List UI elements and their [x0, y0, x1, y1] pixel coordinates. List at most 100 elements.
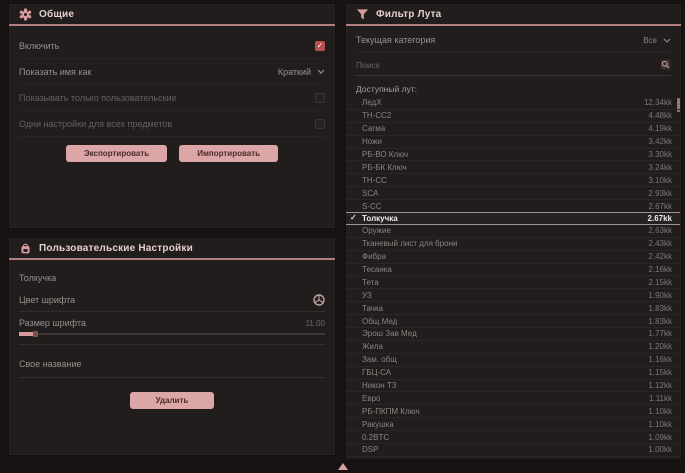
- loot-row[interactable]: ✓ Никон ТЗ 1.12kk: [346, 380, 680, 393]
- loot-row[interactable]: ✓ ТН-СС2 4.48kk: [346, 110, 680, 123]
- loot-row[interactable]: ✓ Фибра 2.42kk: [346, 251, 680, 264]
- loot-item-name: S-CC: [362, 202, 382, 211]
- font-size-value: 11.00: [306, 319, 325, 328]
- loot-row[interactable]: ✓ Тканевый лист для брони 2.43kk: [346, 238, 680, 251]
- loot-row[interactable]: ✓ Ножи 3.42kk: [346, 136, 680, 149]
- loot-row[interactable]: ✓ ГБЦ-СА 1.15kk: [346, 367, 680, 380]
- loot-item-value: 2.93kk: [648, 189, 672, 198]
- loot-item-name: Сагма: [362, 124, 385, 133]
- setting-row-name-mode: Показать имя как Краткий: [19, 59, 325, 85]
- loot-filter-panel: Фильтр Лута Текущая категория Все Доступ…: [345, 3, 682, 460]
- loot-item-value: 1.20kk: [648, 342, 672, 351]
- search-input[interactable]: [356, 60, 660, 70]
- custom-name-input[interactable]: [91, 359, 325, 369]
- enable-checkbox[interactable]: ✓: [315, 41, 325, 51]
- loot-item-value: 2.63kk: [648, 226, 672, 235]
- loot-item-value: 2.15kk: [648, 278, 672, 287]
- loot-filter-header: Фильтр Лута: [346, 4, 681, 26]
- loot-item-value: 1.15kk: [648, 368, 672, 377]
- check-icon: ✓: [350, 213, 357, 222]
- loot-row[interactable]: ✓ 0.2BTC 1.09kk: [346, 431, 680, 444]
- loot-item-value: 1.77kk: [648, 329, 672, 338]
- category-value: Все: [643, 36, 657, 45]
- selected-item-name: Толкучка: [19, 273, 325, 283]
- loot-row[interactable]: ✓ УЗ 1.90kk: [346, 289, 680, 302]
- loot-item-value: 12.34kk: [644, 98, 672, 107]
- category-select[interactable]: Все: [643, 36, 671, 45]
- funnel-icon: [356, 8, 369, 21]
- slider-thumb[interactable]: [33, 331, 38, 337]
- same-settings-label: Одни настройки для всех предметов: [19, 119, 172, 129]
- loot-item-value: 4.19kk: [648, 124, 672, 133]
- loot-row[interactable]: ✓ РБ-БК Ключ 3.24kk: [346, 161, 680, 174]
- name-mode-label: Показать имя как: [19, 67, 91, 77]
- loot-row[interactable]: ✓ ТН-СС 3.10kk: [346, 174, 680, 187]
- scroll-up-indicator-icon: [338, 463, 348, 470]
- category-label: Текущая категория: [356, 35, 435, 45]
- loot-item-name: Евро: [362, 394, 380, 403]
- loot-item-name: РБ-ВО Ключ: [362, 150, 408, 159]
- search-icon[interactable]: [660, 59, 671, 70]
- loot-item-name: Никон ТЗ: [362, 381, 397, 390]
- loot-item-value: 1.09kk: [648, 433, 672, 442]
- loot-item-value: 3.30kk: [648, 150, 672, 159]
- loot-row[interactable]: ✓ ЛедХ 12.34kk: [346, 97, 680, 110]
- loot-item-name: Тачка: [362, 304, 383, 313]
- name-mode-select[interactable]: Краткий: [278, 67, 325, 77]
- loot-item-name: Тесанка: [362, 265, 392, 274]
- delete-button[interactable]: Удалить: [130, 392, 215, 409]
- loot-item-name: DSP: [362, 445, 378, 454]
- loot-row[interactable]: ✓ Ракушка 1.10kk: [346, 418, 680, 431]
- slider-track: [19, 333, 325, 335]
- general-panel-header: Общие: [9, 4, 335, 26]
- loot-item-name: Тканевый лист для брони: [362, 239, 458, 248]
- loot-row[interactable]: ✓ Тесанка 2.16kk: [346, 264, 680, 277]
- loot-row[interactable]: ✓ Эрош Зав Мед 1.77kk: [346, 328, 680, 341]
- loot-item-name: Общ Мед: [362, 317, 397, 326]
- loot-item-name: ГБЦ-СА: [362, 368, 391, 377]
- backpack-icon: [19, 242, 32, 255]
- loot-item-value: 2.42kk: [648, 252, 672, 261]
- loot-row[interactable]: ✓ Жила 1.20kk: [346, 341, 680, 354]
- loot-item-value: 1.10kk: [648, 420, 672, 429]
- chevron-down-icon: [663, 38, 671, 43]
- loot-row[interactable]: ✓ Общ Мед 1.83kk: [346, 315, 680, 328]
- loot-row[interactable]: ✓ Евро 1.11kk: [346, 392, 680, 405]
- loot-row[interactable]: ✓ Сагма 4.19kk: [346, 123, 680, 136]
- export-import-row: Экспортировать Импортировать: [9, 145, 335, 162]
- loot-item-value: 1.10kk: [648, 407, 672, 416]
- gear-icon: [19, 8, 32, 21]
- font-size-slider[interactable]: [19, 333, 325, 345]
- chevron-down-icon: [317, 69, 325, 74]
- loot-row[interactable]: ✓ РБ-ПКПМ Ключ 1.10kk: [346, 405, 680, 418]
- loot-row[interactable]: ✓ Тета 2.15kk: [346, 276, 680, 289]
- loot-row[interactable]: ✓ Оружие 2.63kk: [346, 225, 680, 238]
- name-mode-value: Краткий: [278, 67, 311, 77]
- import-button[interactable]: Импортировать: [179, 145, 278, 162]
- custom-only-checkbox[interactable]: [315, 93, 325, 103]
- loot-item-value: 1.00kk: [648, 445, 672, 454]
- loot-item-name: Фибра: [362, 252, 386, 261]
- loot-row[interactable]: ✓ Толкучка 2.67kk: [346, 212, 680, 225]
- loot-item-name: Тета: [362, 278, 379, 287]
- loot-item-value: 1.16kk: [648, 355, 672, 364]
- loot-filter-title: Фильтр Лута: [376, 9, 441, 20]
- loot-item-name: РБ-БК Ключ: [362, 163, 407, 172]
- general-panel-title: Общие: [39, 9, 74, 20]
- loot-row[interactable]: ✓ DSP 1.00kk: [346, 444, 680, 457]
- loot-row[interactable]: ✓ SCA 2.93kk: [346, 187, 680, 200]
- loot-item-name: ЛедХ: [362, 98, 382, 107]
- loot-list: ✓ ЛедХ 12.34kk ✓ ТН-СС2 4.48kk ✓ Сагма 4…: [346, 97, 680, 457]
- font-size-label: Размер шрифта: [19, 318, 86, 328]
- loot-row[interactable]: ✓ Тачка 1.83kk: [346, 302, 680, 315]
- font-color-label: Цвет шрифта: [19, 295, 75, 305]
- color-wheel-icon[interactable]: [313, 294, 325, 306]
- same-settings-checkbox[interactable]: [315, 119, 325, 129]
- loot-item-value: 1.83kk: [648, 317, 672, 326]
- available-loot-label: Доступный лут:: [356, 84, 671, 94]
- loot-item-name: Ножи: [362, 137, 382, 146]
- export-button[interactable]: Экспортировать: [66, 145, 167, 162]
- loot-row[interactable]: ✓ Зам. общ 1.16kk: [346, 354, 680, 367]
- loot-row[interactable]: ✓ РБ-ВО Ключ 3.30kk: [346, 149, 680, 162]
- loot-item-name: SCA: [362, 189, 378, 198]
